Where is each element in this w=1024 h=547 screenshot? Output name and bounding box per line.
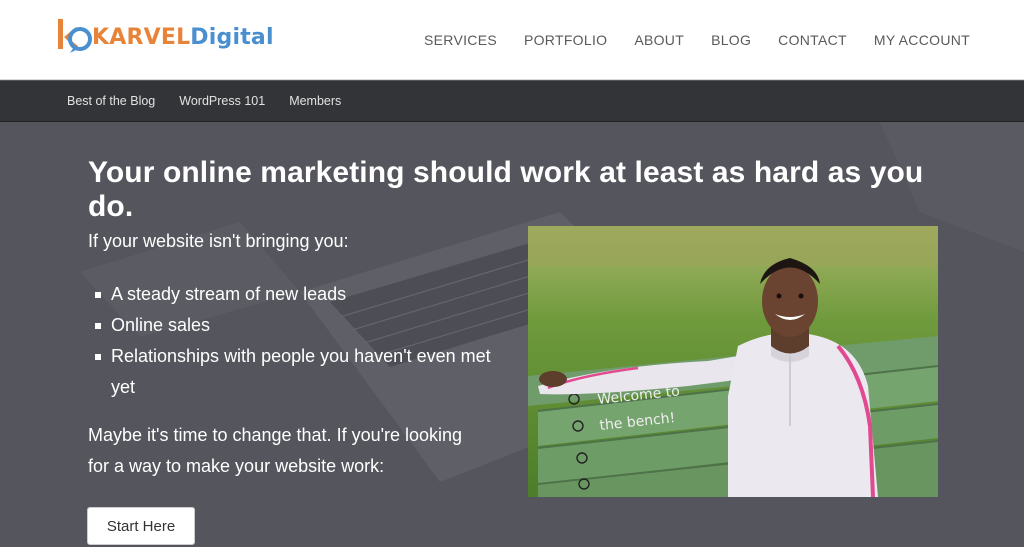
site-header: KARVEL Digital SERVICES PORTFOLIO ABOUT B… — [0, 0, 1024, 80]
woman-on-bench-photo: Welcome to the bench! — [528, 226, 938, 497]
nav-my-account[interactable]: MY ACCOUNT — [874, 32, 970, 48]
start-here-button[interactable]: Start Here — [87, 507, 195, 545]
list-item: Online sales — [95, 310, 495, 341]
nav-contact[interactable]: CONTACT — [778, 32, 847, 48]
hero-closing-text: Maybe it's time to change that. If you'r… — [88, 425, 463, 476]
brand-logo[interactable]: KARVEL Digital — [54, 16, 274, 58]
secondary-navigation: Best of the Blog WordPress 101 Members — [0, 81, 1024, 122]
nav-services[interactable]: SERVICES — [424, 32, 497, 48]
hero-headline: Your online marketing should work at lea… — [88, 156, 924, 223]
karvel-logo-icon — [58, 19, 92, 53]
benefit-list: A steady stream of new leads Online sale… — [95, 279, 495, 403]
brand-name-part2: Digital — [190, 24, 274, 50]
subnav-members[interactable]: Members — [289, 94, 341, 108]
nav-about[interactable]: ABOUT — [634, 32, 684, 48]
hero-section: Your online marketing should work at lea… — [0, 122, 1024, 547]
main-navigation: SERVICES PORTFOLIO ABOUT BLOG CONTACT MY… — [397, 0, 970, 80]
nav-blog[interactable]: BLOG — [711, 32, 751, 48]
nav-portfolio[interactable]: PORTFOLIO — [524, 32, 607, 48]
list-item: Relationships with people you haven't ev… — [95, 341, 495, 403]
hero-intro: If your website isn't bringing you: — [88, 231, 349, 251]
brand-name-part1: KARVEL — [92, 24, 191, 50]
brand-wordmark: KARVEL Digital — [92, 25, 274, 50]
subnav-best-of-blog[interactable]: Best of the Blog — [67, 94, 155, 108]
subnav-wordpress-101[interactable]: WordPress 101 — [179, 94, 265, 108]
list-item: A steady stream of new leads — [95, 279, 495, 310]
